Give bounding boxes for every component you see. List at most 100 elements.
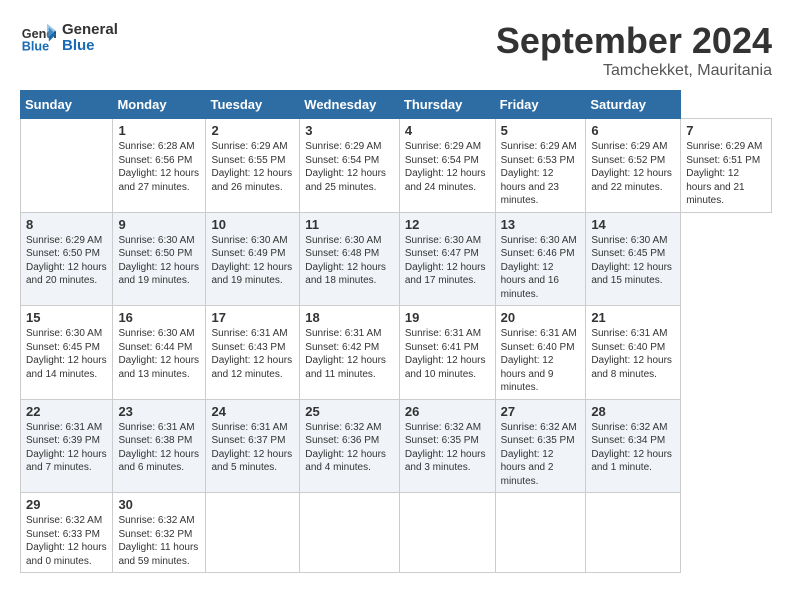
calendar-cell: 11 Sunrise: 6:30 AMSunset: 6:48 PMDayligh… — [300, 212, 400, 306]
cell-info: Sunrise: 6:32 AMSunset: 6:32 PMDaylight:… — [118, 514, 200, 568]
calendar-cell: 14 Sunrise: 6:30 AMSunset: 6:45 PMDayligh… — [586, 212, 681, 306]
calendar-cell — [300, 493, 400, 573]
calendar-week-row: 15 Sunrise: 6:30 AMSunset: 6:45 PMDayligh… — [21, 306, 772, 400]
cell-info: Sunrise: 6:31 AMSunset: 6:40 PMDaylight:… — [501, 327, 581, 395]
cell-info: Sunrise: 6:30 AMSunset: 6:45 PMDaylight:… — [591, 234, 675, 288]
calendar-cell — [206, 493, 300, 573]
day-number: 7 — [686, 123, 766, 138]
calendar-cell: 15 Sunrise: 6:30 AMSunset: 6:45 PMDayligh… — [21, 306, 113, 400]
day-number: 28 — [591, 404, 675, 419]
calendar-cell: 24Sunrise: 6:31 AMSunset: 6:37 PMDayligh… — [206, 399, 300, 493]
day-number: 20 — [501, 310, 581, 325]
column-header-friday: Friday — [495, 91, 586, 119]
calendar-cell: 3 Sunrise: 6:29 AMSunset: 6:54 PMDaylight… — [300, 119, 400, 213]
calendar-cell: 22 Sunrise: 6:31 AMSunset: 6:39 PMDayligh… — [21, 399, 113, 493]
calendar-cell: 10Sunrise: 6:30 AMSunset: 6:49 PMDayligh… — [206, 212, 300, 306]
calendar-cell: 20 Sunrise: 6:31 AMSunset: 6:40 PMDayligh… — [495, 306, 586, 400]
logo-icon: General Blue — [20, 20, 56, 56]
page-header: General Blue General Blue September 2024… — [20, 20, 772, 80]
cell-info: Sunrise: 6:30 AMSunset: 6:48 PMDaylight:… — [305, 234, 394, 288]
calendar-week-row: 8Sunrise: 6:29 AMSunset: 6:50 PMDaylight… — [21, 212, 772, 306]
day-number: 29 — [26, 497, 107, 512]
cell-info: Sunrise: 6:30 AMSunset: 6:50 PMDaylight:… — [118, 234, 200, 288]
location-title: Tamchekket, Mauritania — [496, 62, 772, 80]
cell-info: Sunrise: 6:31 AMSunset: 6:40 PMDaylight:… — [591, 327, 675, 381]
cell-info: Sunrise: 6:30 AMSunset: 6:45 PMDaylight:… — [26, 327, 107, 381]
day-number: 30 — [118, 497, 200, 512]
day-number: 10 — [211, 217, 294, 232]
cell-info: Sunrise: 6:32 AMSunset: 6:34 PMDaylight:… — [591, 421, 675, 475]
calendar-cell: 1 Sunrise: 6:28 AMSunset: 6:56 PMDaylight… — [113, 119, 206, 213]
calendar-week-row: 29 Sunrise: 6:32 AMSunset: 6:33 PMDayligh… — [21, 493, 772, 573]
calendar-cell — [586, 493, 681, 573]
day-number: 16 — [118, 310, 200, 325]
day-number: 22 — [26, 404, 107, 419]
calendar-cell: 25 Sunrise: 6:32 AMSunset: 6:36 PMDayligh… — [300, 399, 400, 493]
column-header-tuesday: Tuesday — [206, 91, 300, 119]
day-number: 18 — [305, 310, 394, 325]
calendar-cell: 30 Sunrise: 6:32 AMSunset: 6:32 PMDayligh… — [113, 493, 206, 573]
cell-info: Sunrise: 6:30 AMSunset: 6:44 PMDaylight:… — [118, 327, 200, 381]
title-block: September 2024 Tamchekket, Mauritania — [496, 20, 772, 80]
day-number: 13 — [501, 217, 581, 232]
cell-info: Sunrise: 6:31 AMSunset: 6:38 PMDaylight:… — [118, 421, 200, 475]
calendar-cell: 4 Sunrise: 6:29 AMSunset: 6:54 PMDaylight… — [399, 119, 495, 213]
day-number: 19 — [405, 310, 490, 325]
day-number: 25 — [305, 404, 394, 419]
calendar-cell — [399, 493, 495, 573]
day-number: 24 — [211, 404, 294, 419]
cell-info: Sunrise: 6:32 AMSunset: 6:36 PMDaylight:… — [305, 421, 394, 475]
calendar-cell: 5 Sunrise: 6:29 AMSunset: 6:53 PMDaylight… — [495, 119, 586, 213]
calendar-cell: 12Sunrise: 6:30 AMSunset: 6:47 PMDayligh… — [399, 212, 495, 306]
calendar-cell: 17 Sunrise: 6:31 AMSunset: 6:43 PMDayligh… — [206, 306, 300, 400]
cell-info: Sunrise: 6:31 AMSunset: 6:39 PMDaylight:… — [26, 421, 107, 475]
logo-line1: General — [62, 22, 118, 39]
month-title: September 2024 — [496, 20, 772, 62]
calendar-cell: 6Sunrise: 6:29 AMSunset: 6:52 PMDaylight… — [586, 119, 681, 213]
cell-info: Sunrise: 6:29 AMSunset: 6:50 PMDaylight:… — [26, 234, 107, 288]
calendar-cell: 9 Sunrise: 6:30 AMSunset: 6:50 PMDaylight… — [113, 212, 206, 306]
column-header-thursday: Thursday — [399, 91, 495, 119]
day-number: 3 — [305, 123, 394, 138]
day-number: 11 — [305, 217, 394, 232]
calendar-cell: 13 Sunrise: 6:30 AMSunset: 6:46 PMDayligh… — [495, 212, 586, 306]
column-header-wednesday: Wednesday — [300, 91, 400, 119]
day-number: 14 — [591, 217, 675, 232]
column-header-monday: Monday — [113, 91, 206, 119]
day-number: 1 — [118, 123, 200, 138]
day-number: 2 — [211, 123, 294, 138]
day-number: 4 — [405, 123, 490, 138]
calendar-cell: 7Sunrise: 6:29 AMSunset: 6:51 PMDaylight… — [681, 119, 772, 213]
svg-text:Blue: Blue — [22, 40, 49, 54]
column-header-saturday: Saturday — [586, 91, 681, 119]
cell-info: Sunrise: 6:29 AMSunset: 6:55 PMDaylight:… — [211, 140, 294, 194]
cell-info: Sunrise: 6:30 AMSunset: 6:46 PMDaylight:… — [501, 234, 581, 302]
calendar-cell: 27 Sunrise: 6:32 AMSunset: 6:35 PMDayligh… — [495, 399, 586, 493]
day-number: 12 — [405, 217, 490, 232]
cell-info: Sunrise: 6:28 AMSunset: 6:56 PMDaylight:… — [118, 140, 200, 194]
calendar-cell — [495, 493, 586, 573]
cell-info: Sunrise: 6:29 AMSunset: 6:54 PMDaylight:… — [405, 140, 490, 194]
day-number: 15 — [26, 310, 107, 325]
cell-info: Sunrise: 6:31 AMSunset: 6:43 PMDaylight:… — [211, 327, 294, 381]
calendar-cell — [21, 119, 113, 213]
calendar-cell: 19Sunrise: 6:31 AMSunset: 6:41 PMDayligh… — [399, 306, 495, 400]
calendar-cell: 18Sunrise: 6:31 AMSunset: 6:42 PMDayligh… — [300, 306, 400, 400]
calendar-cell: 28 Sunrise: 6:32 AMSunset: 6:34 PMDayligh… — [586, 399, 681, 493]
day-number: 5 — [501, 123, 581, 138]
calendar-table: SundayMondayTuesdayWednesdayThursdayFrid… — [20, 90, 772, 573]
cell-info: Sunrise: 6:29 AMSunset: 6:53 PMDaylight:… — [501, 140, 581, 208]
calendar-cell: 26Sunrise: 6:32 AMSunset: 6:35 PMDayligh… — [399, 399, 495, 493]
calendar-header-row: SundayMondayTuesdayWednesdayThursdayFrid… — [21, 91, 772, 119]
cell-info: Sunrise: 6:29 AMSunset: 6:52 PMDaylight:… — [591, 140, 675, 194]
cell-info: Sunrise: 6:29 AMSunset: 6:54 PMDaylight:… — [305, 140, 394, 194]
day-number: 27 — [501, 404, 581, 419]
calendar-week-row: 22 Sunrise: 6:31 AMSunset: 6:39 PMDayligh… — [21, 399, 772, 493]
logo-line2: Blue — [62, 38, 118, 55]
logo: General Blue General Blue — [20, 20, 118, 56]
day-number: 17 — [211, 310, 294, 325]
cell-info: Sunrise: 6:32 AMSunset: 6:35 PMDaylight:… — [501, 421, 581, 489]
cell-info: Sunrise: 6:32 AMSunset: 6:33 PMDaylight:… — [26, 514, 107, 568]
day-number: 9 — [118, 217, 200, 232]
calendar-cell: 16 Sunrise: 6:30 AMSunset: 6:44 PMDayligh… — [113, 306, 206, 400]
